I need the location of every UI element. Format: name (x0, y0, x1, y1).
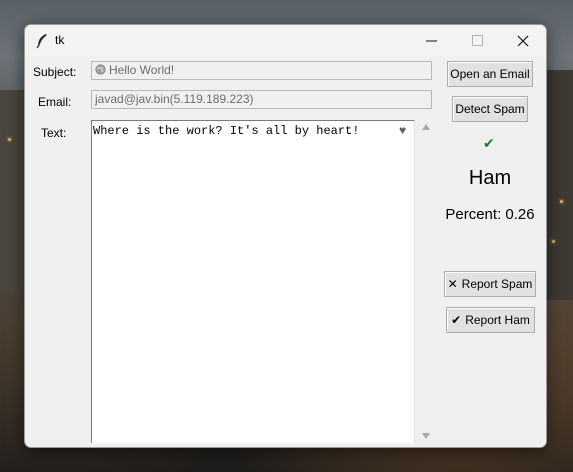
subject-field[interactable]: Hello World! (91, 61, 432, 80)
report-ham-button[interactable]: ✔ Report Ham (446, 307, 535, 333)
scroll-down-icon[interactable] (422, 433, 430, 439)
detect-spam-button[interactable]: Detect Spam (452, 96, 528, 122)
background-building (0, 90, 24, 290)
minimize-icon (425, 40, 437, 42)
text-label: Text: (41, 126, 67, 140)
message-text: Where is the work? It's all by heart! (93, 124, 360, 138)
subject-value: Hello World! (109, 63, 175, 77)
percent-label: Percent: 0.26 (445, 206, 535, 223)
app-window: tk Subject: Hello World! Email: javad@ja… (24, 24, 547, 448)
maximize-icon (471, 35, 483, 46)
report-spam-label: Report Spam (461, 277, 533, 291)
report-ham-label: Report Ham (465, 313, 530, 327)
close-button[interactable] (500, 25, 546, 56)
open-email-button[interactable]: Open an Email (447, 61, 533, 87)
background-building (545, 70, 573, 300)
email-value: javad@jav.bin(5.119.189.223) (95, 92, 254, 106)
title-bar[interactable]: tk (25, 25, 546, 56)
subject-label: Subject: (33, 65, 77, 79)
background-light (560, 200, 563, 203)
check-icon: ✔ (483, 135, 495, 151)
cross-icon: ✕ (447, 277, 458, 291)
feather-icon (36, 34, 47, 49)
maximize-button[interactable] (454, 25, 500, 56)
scroll-up-icon[interactable] (422, 124, 430, 130)
minimize-button[interactable] (408, 25, 454, 56)
background-light (552, 240, 555, 243)
report-spam-button[interactable]: ✕ Report Spam (444, 271, 536, 297)
result-label: Ham (468, 167, 512, 189)
email-label: Email: (38, 95, 72, 109)
globe-icon (95, 64, 106, 75)
text-scrollbar[interactable] (418, 120, 434, 443)
close-icon (517, 35, 529, 46)
desktop-background: tk Subject: Hello World! Email: javad@ja… (0, 0, 573, 472)
checkmark-icon: ✔ (451, 313, 462, 327)
heart-emoji-icon: ♥ (399, 124, 407, 138)
background-light (8, 138, 11, 141)
email-field[interactable]: javad@jav.bin(5.119.189.223) (91, 90, 432, 109)
message-textarea[interactable]: Where is the work? It's all by heart! ♥ (91, 120, 415, 443)
window-title: tk (55, 33, 65, 47)
